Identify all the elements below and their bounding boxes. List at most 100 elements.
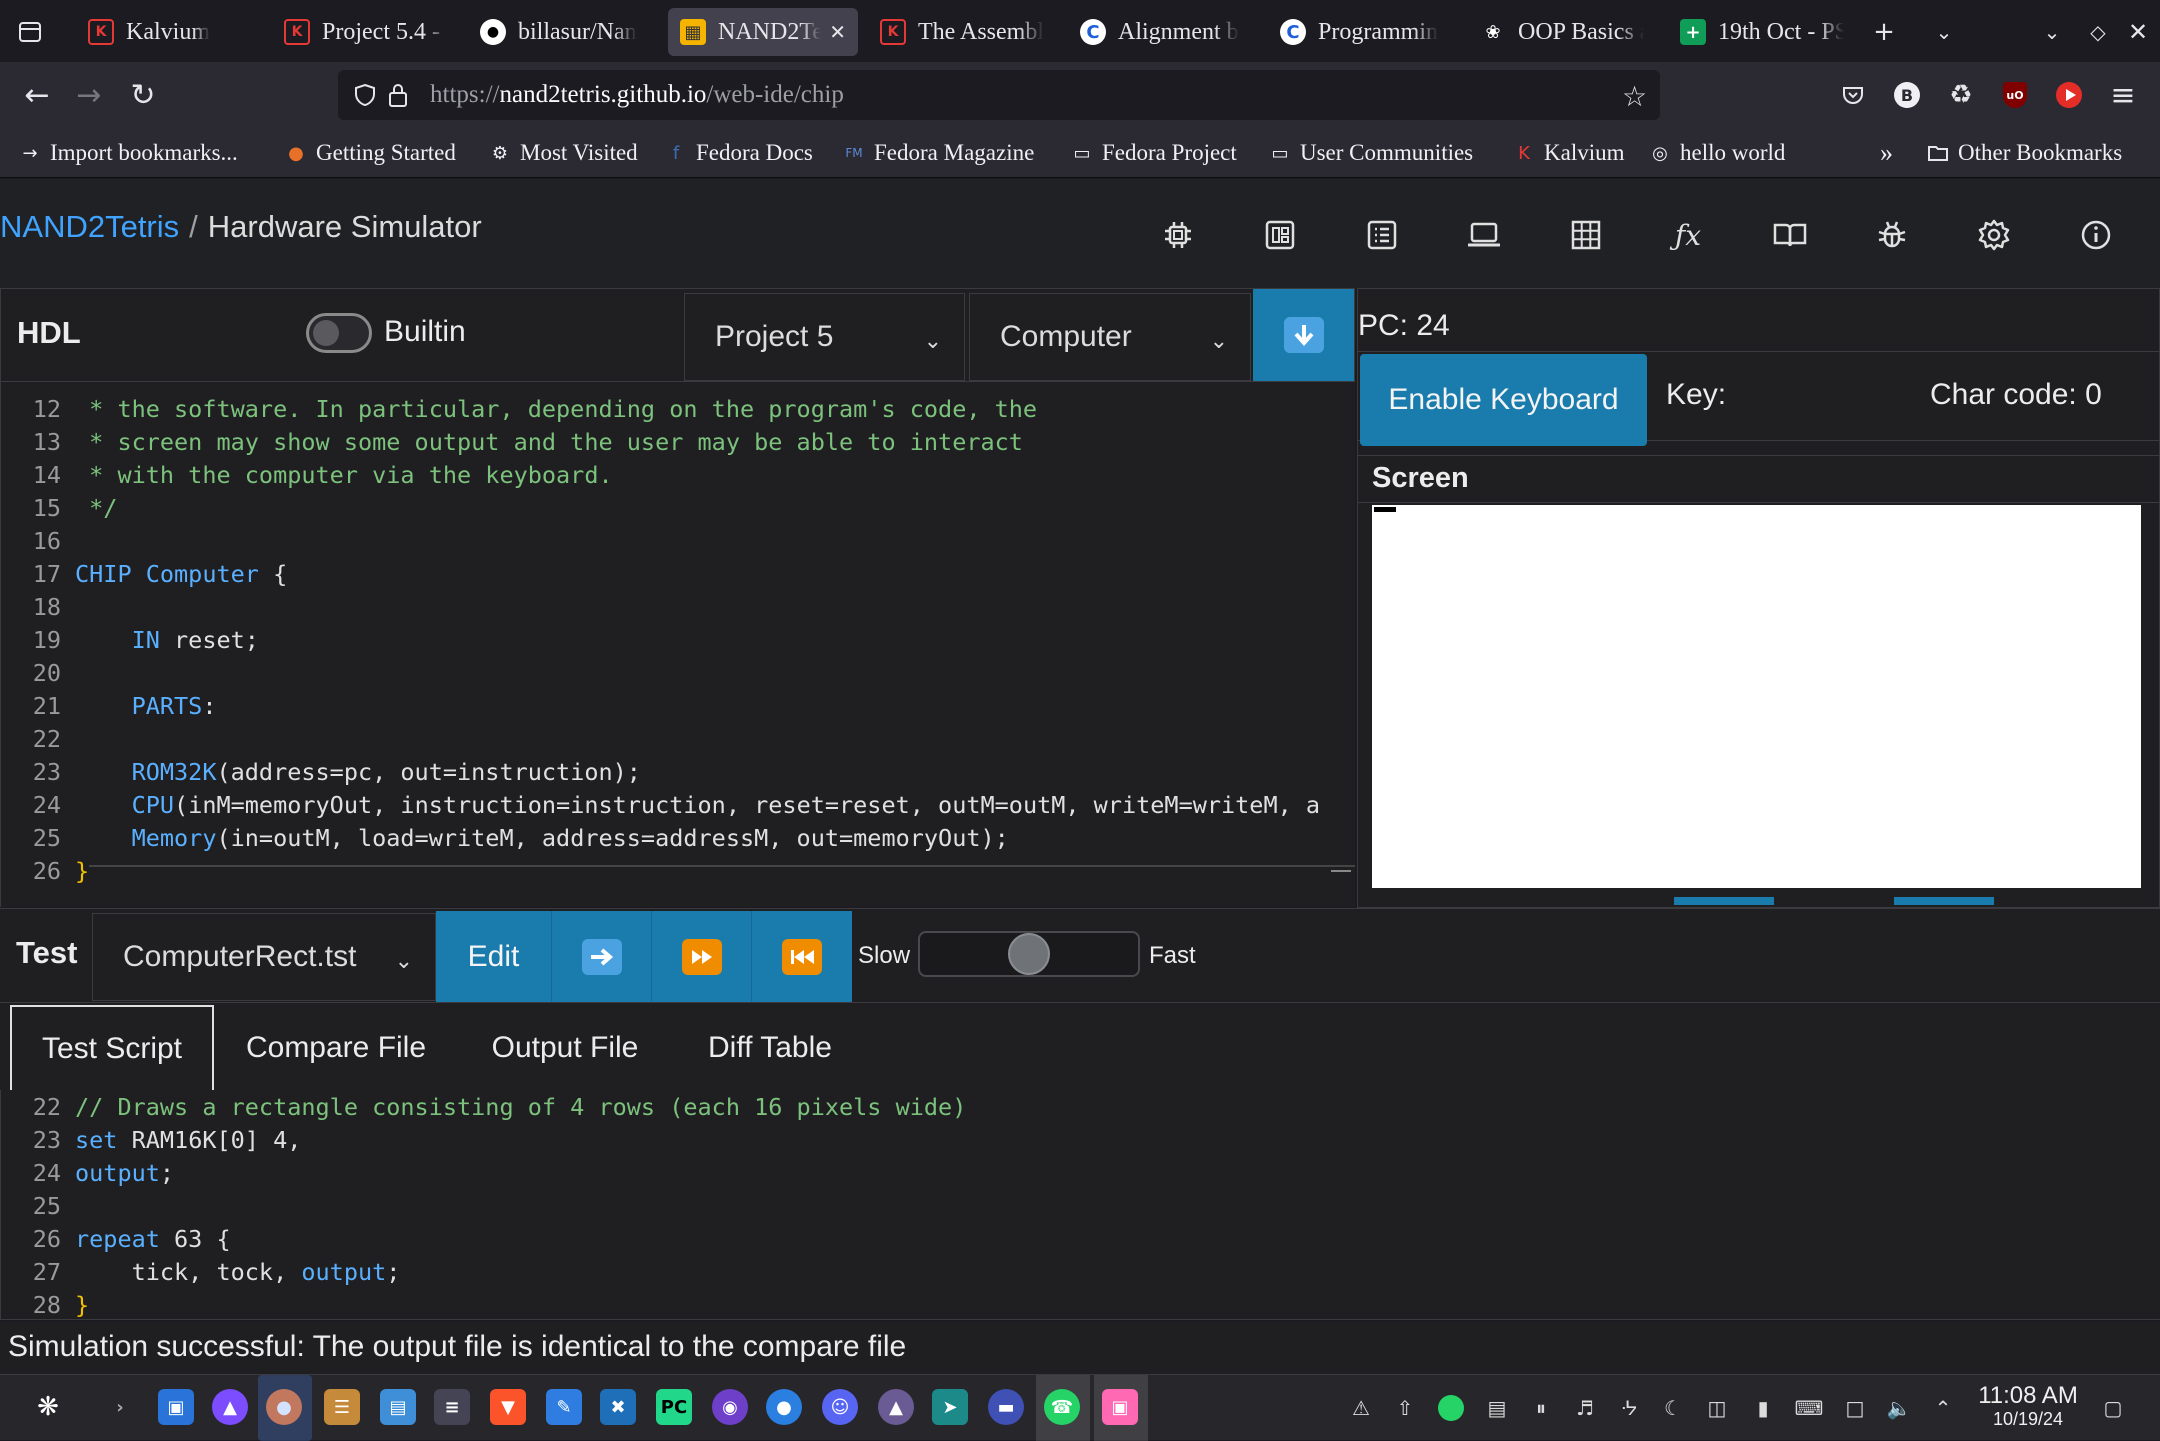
app-icon[interactable]: ▲	[878, 1389, 914, 1425]
download-button[interactable]	[1253, 289, 1354, 381]
github-desktop-icon[interactable]: ◉	[712, 1389, 748, 1425]
tab-diff-table[interactable]: Diff Table	[672, 1005, 868, 1091]
project-select[interactable]: Project 5 ⌄	[684, 293, 965, 381]
pocket-icon[interactable]	[1830, 72, 1876, 118]
cpu-emulator-icon[interactable]	[1258, 213, 1302, 257]
browser-tab[interactable]: K Project 5.4 - I	[272, 8, 460, 56]
browser-tab[interactable]: ❀ OOP Basics a	[1468, 8, 1656, 56]
hamburger-menu-icon[interactable]: ≡	[2100, 72, 2146, 118]
whatsapp-tray-icon[interactable]	[1436, 1393, 1466, 1423]
youtube-icon[interactable]	[2046, 72, 2092, 118]
brand-link[interactable]: NAND2Tetris	[0, 209, 179, 244]
show-desktop-icon[interactable]: ▢	[2098, 1393, 2128, 1423]
speaker-icon[interactable]: 🔈	[1884, 1393, 1914, 1423]
bluetooth-icon[interactable]: ᔹ	[1614, 1393, 1644, 1423]
browser-tab[interactable]: K Kalvium	[76, 8, 264, 56]
reset-button[interactable]	[752, 911, 852, 1003]
browser-tab[interactable]: ● billasur/Nan	[468, 8, 656, 56]
ublock-icon[interactable]: uO	[1992, 72, 2038, 118]
whatsapp-icon[interactable]: ☎	[1044, 1389, 1080, 1425]
app-icon[interactable]: ▬	[988, 1389, 1024, 1425]
terminal-icon[interactable]: ≡	[434, 1389, 470, 1425]
other-bookmarks[interactable]: Other Bookmarks	[1926, 136, 2122, 170]
window-maximize-button[interactable]: ◇	[2076, 10, 2120, 54]
browser-tab[interactable]: +19th Oct - PS	[1668, 8, 1856, 56]
clipboard-icon[interactable]: ▤	[1482, 1393, 1512, 1423]
bookmark-item[interactable]: → Import bookmarks...	[18, 136, 237, 170]
vm-laptop-icon[interactable]	[1462, 213, 1506, 257]
settings-gear-icon[interactable]	[1972, 213, 2016, 257]
taskbar-arrow-icon[interactable]: ›	[102, 1389, 138, 1425]
clock[interactable]: 11:08 AM 10/19/24	[1968, 1383, 2088, 1430]
store-icon[interactable]: ▣	[158, 1389, 194, 1425]
function-fx-icon[interactable]: ƒx	[1666, 213, 1710, 257]
tab-output-file[interactable]: Output File	[458, 1005, 672, 1091]
tab-overview-icon[interactable]	[8, 10, 52, 54]
vscode-icon[interactable]: ✖	[600, 1389, 636, 1425]
bookmark-item[interactable]: ● Getting Started	[284, 136, 456, 170]
keyboard-layout-icon[interactable]: ⌨	[1794, 1393, 1824, 1423]
bookmark-item[interactable]: ⚙ Most Visited	[488, 136, 638, 170]
reload-icon[interactable]: ↻	[120, 72, 166, 118]
screenshot-icon[interactable]: ▣	[1102, 1389, 1138, 1425]
book-icon[interactable]	[1768, 213, 1812, 257]
bookmark-item[interactable]: ▭ User Communities	[1268, 136, 1473, 170]
chip-select[interactable]: Computer ⌄	[969, 293, 1251, 381]
files-icon[interactable]: ▤	[380, 1389, 416, 1425]
back-arrow-icon[interactable]: ←	[14, 72, 60, 118]
brave-icon[interactable]: ▼	[490, 1389, 526, 1425]
forward-arrow-icon[interactable]: →	[66, 72, 112, 118]
night-light-icon[interactable]: ☾	[1658, 1393, 1688, 1423]
editor-icon[interactable]: ✎	[546, 1389, 582, 1425]
notification-bell-icon[interactable]: ⚠	[1346, 1393, 1376, 1423]
new-tab-button[interactable]: +	[1862, 10, 1906, 54]
step-button[interactable]	[552, 911, 652, 1003]
url-bar[interactable]: https://nand2tetris.github.io/web-ide/ch…	[338, 70, 1660, 120]
window-close-button[interactable]: ✕	[2116, 10, 2160, 54]
tab-compare-file[interactable]: Compare File	[214, 1005, 458, 1091]
bookmark-item[interactable]: ▭ Fedora Project	[1070, 136, 1236, 170]
app-icon[interactable]: ➤	[932, 1389, 968, 1425]
bookmark-item[interactable]: K Kalvium	[1512, 136, 1624, 170]
network-icon[interactable]: □	[1840, 1393, 1870, 1423]
bookmark-item[interactable]: ◎ hello world	[1648, 136, 1785, 170]
grid-icon[interactable]	[1564, 213, 1608, 257]
window-minimize-button[interactable]: ⌄	[2030, 10, 2074, 54]
url-text[interactable]: https://nand2tetris.github.io/web-ide/ch…	[430, 81, 844, 109]
bug-icon[interactable]	[1870, 213, 1914, 257]
close-tab-icon[interactable]: ✕	[829, 20, 846, 44]
browser-tab[interactable]: ▦ NAND2Tet ✕	[668, 8, 858, 56]
update-icon[interactable]: ⇧	[1390, 1393, 1420, 1423]
library-icon[interactable]: ☰	[324, 1389, 360, 1425]
browser-tab[interactable]: K The Assembl	[868, 8, 1056, 56]
browser-tab[interactable]: C Programmin	[1268, 8, 1456, 56]
assembler-list-icon[interactable]	[1360, 213, 1404, 257]
launcher-icon[interactable]: ❋	[30, 1389, 66, 1425]
speed-slider[interactable]	[918, 931, 1140, 977]
scroll-indicator[interactable]	[1894, 897, 1994, 905]
extensions-icon[interactable]: ♻	[1938, 72, 1984, 118]
lock-icon[interactable]	[386, 82, 410, 112]
browser-tab[interactable]: C Alignment b	[1068, 8, 1256, 56]
speed-slider-thumb[interactable]	[1008, 933, 1050, 975]
app-icon[interactable]: ▲	[212, 1389, 248, 1425]
chip-icon[interactable]	[1156, 213, 1200, 257]
profile-b-icon[interactable]: B	[1884, 72, 1930, 118]
test-script-editor[interactable]: 22 // Draws a rectangle consisting of 4 r…	[0, 1090, 2160, 1320]
enable-keyboard-button[interactable]: Enable Keyboard	[1360, 354, 1647, 446]
bookmark-item[interactable]: f Fedora Docs	[664, 136, 813, 170]
bookmark-star-icon[interactable]: ☆	[1622, 80, 1647, 113]
bookmark-item[interactable]: FM Fedora Magazine	[842, 136, 1034, 170]
scroll-indicator[interactable]	[1674, 897, 1774, 905]
edit-button[interactable]: Edit	[436, 911, 552, 1003]
tab-list-chevron-icon[interactable]: ⌄	[1922, 10, 1966, 54]
app-icon[interactable]: ●	[766, 1389, 802, 1425]
discord-icon[interactable]: ☺	[822, 1389, 858, 1425]
test-file-select[interactable]: ComputerRect.tst ⌄	[92, 913, 436, 1001]
pycharm-icon[interactable]: PC	[656, 1389, 692, 1425]
info-icon[interactable]	[2074, 213, 2118, 257]
builtin-toggle[interactable]	[306, 313, 372, 353]
bookmarks-overflow-icon[interactable]: »	[1880, 136, 1893, 170]
pause-icon[interactable]: ⏸	[1526, 1393, 1556, 1423]
hdl-code-editor[interactable]: 12 * the software. In particular, depend…	[0, 382, 1355, 907]
